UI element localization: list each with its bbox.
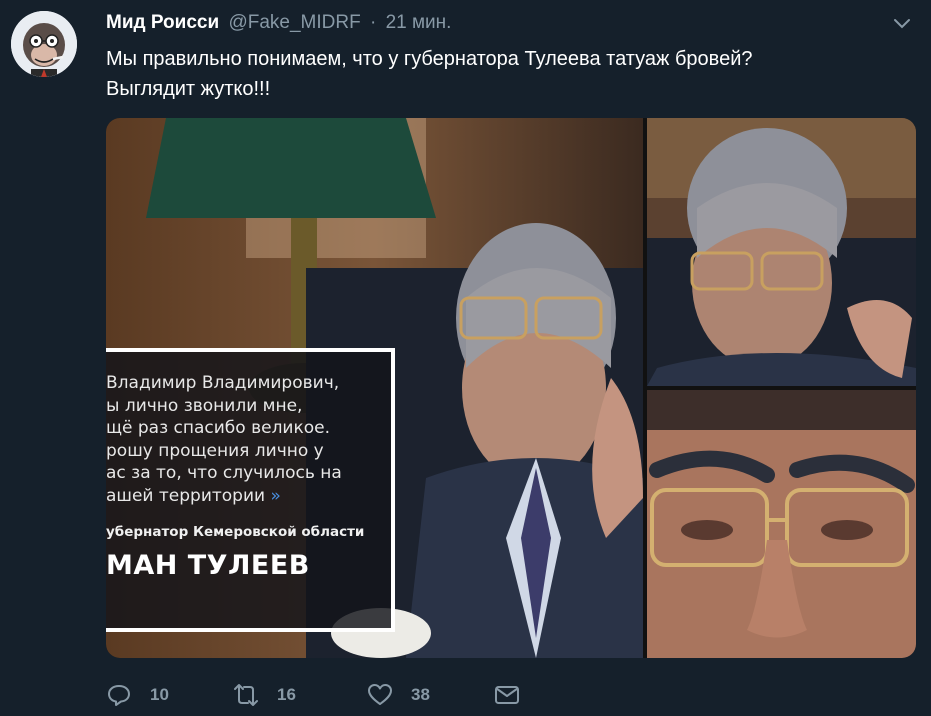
photo-main[interactable]: Владимир Владимирович, ы лично звонили м… bbox=[106, 118, 643, 658]
quote-text: Владимир Владимирович, ы лично звонили м… bbox=[106, 372, 376, 507]
direct-message-button[interactable] bbox=[494, 680, 520, 710]
quote-lines: Владимир Владимирович, ы лично звонили м… bbox=[106, 373, 342, 506]
quote-position: убернатор Кемеровской области bbox=[106, 524, 365, 540]
retweet-count: 16 bbox=[277, 685, 296, 704]
retweet-button[interactable]: 16 bbox=[233, 680, 296, 710]
governor-closeup-photo bbox=[647, 118, 916, 386]
chevron-down-icon bbox=[894, 19, 910, 29]
tweet-text-line: Выглядит жутко!!! bbox=[106, 78, 271, 100]
like-button[interactable]: 38 bbox=[367, 680, 430, 710]
quote-name: МАН ТУЛЕЕВ bbox=[106, 550, 310, 581]
tweet: Мид Роисси @Fake_MIDRF · 21 мин. Мы прав… bbox=[0, 0, 931, 716]
timestamp[interactable]: 21 мин. bbox=[386, 12, 452, 33]
envelope-icon bbox=[495, 686, 519, 704]
reply-icon bbox=[108, 685, 130, 706]
avatar[interactable] bbox=[11, 11, 77, 77]
user-handle[interactable]: @Fake_MIDRF bbox=[228, 12, 360, 33]
reply-count: 10 bbox=[150, 685, 169, 704]
separator-dot: · bbox=[369, 12, 377, 33]
like-count: 38 bbox=[411, 685, 430, 704]
chimp-cartoon-avatar-icon bbox=[11, 11, 77, 77]
reply-button[interactable]: 10 bbox=[106, 680, 169, 710]
tweet-text: Мы правильно понимаем, что у губернатора… bbox=[106, 44, 866, 104]
tweet-text-line: Мы правильно понимаем, что у губернатора… bbox=[106, 48, 753, 70]
quote-close-mark: » bbox=[270, 485, 281, 506]
heart-icon bbox=[368, 684, 392, 705]
photo-bottom-right[interactable] bbox=[647, 390, 916, 658]
photo-top-right[interactable] bbox=[647, 118, 916, 386]
eyebrows-closeup-photo bbox=[647, 390, 916, 658]
display-name[interactable]: Мид Роисси bbox=[106, 12, 219, 33]
tweet-menu-button[interactable] bbox=[890, 12, 914, 36]
quote-card: Владимир Владимирович, ы лично звонили м… bbox=[106, 348, 395, 632]
media-grid: Владимир Владимирович, ы лично звонили м… bbox=[106, 118, 916, 658]
retweet-icon bbox=[234, 684, 258, 706]
tweet-header: Мид Роисси @Fake_MIDRF · 21 мин. bbox=[106, 11, 451, 35]
